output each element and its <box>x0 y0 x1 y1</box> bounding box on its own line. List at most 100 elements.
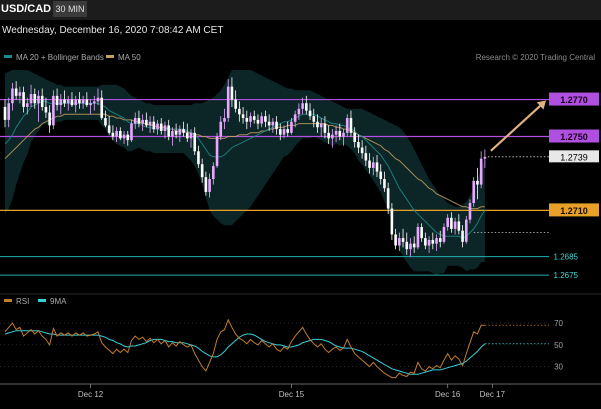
ma50-legend-label: MA 50 <box>118 53 141 62</box>
candle-body <box>230 86 234 100</box>
candle-body <box>316 121 319 128</box>
candle-body <box>185 132 189 139</box>
ma20-legend-label: MA 20 + Bollinger Bands <box>16 53 104 62</box>
candle-body <box>85 99 89 106</box>
candle-body <box>398 238 401 246</box>
candle-body <box>26 103 29 107</box>
candle-body <box>241 114 245 119</box>
candle-body <box>331 134 334 139</box>
rsi-legend-label: RSI <box>16 297 29 306</box>
candle-body <box>472 180 476 204</box>
candle-body <box>301 103 304 109</box>
candle-body <box>431 239 435 244</box>
candle-body <box>204 177 208 192</box>
candle-body <box>59 99 63 106</box>
rsi-line <box>4 318 485 379</box>
candle-body <box>468 203 472 220</box>
candle-body <box>141 119 144 124</box>
candle-body <box>223 118 226 122</box>
candle-body <box>208 179 211 192</box>
candle-body <box>174 130 178 135</box>
candle-body <box>275 121 278 130</box>
candle-body <box>435 238 438 244</box>
rsi-tick-label: 70 <box>554 319 563 328</box>
candle-body <box>29 94 33 104</box>
candle-body <box>119 130 122 139</box>
candle-body <box>52 95 55 126</box>
candle-body <box>461 230 464 242</box>
candle-body <box>3 106 7 120</box>
candle-body <box>48 112 51 126</box>
candle-body <box>427 239 431 246</box>
candle-body <box>130 123 133 141</box>
candle-body <box>282 129 286 135</box>
candle-body <box>290 121 293 133</box>
candle-body <box>122 134 126 139</box>
candle-body <box>215 136 219 167</box>
candle-body <box>212 166 215 179</box>
ma50-legend-swatch <box>106 55 114 58</box>
candle-body <box>14 88 18 96</box>
candle-body <box>81 99 85 104</box>
rsi-panel: 70 50 30 <box>0 293 601 379</box>
candle-body <box>115 130 118 137</box>
candle-body <box>256 119 260 124</box>
x-tick-label: Dec 16 <box>435 390 461 399</box>
candle-body <box>40 95 44 107</box>
resistance-price-label: 1.2750 <box>560 132 588 142</box>
candle-body <box>405 241 409 250</box>
candle-body <box>312 116 316 122</box>
candle-body <box>55 95 59 106</box>
candle-body <box>126 134 130 141</box>
credit-label: Research © 2020 Trading Central <box>476 53 596 62</box>
candle-body <box>171 130 174 137</box>
candle-body <box>327 132 330 139</box>
x-tick-label: Dec 17 <box>480 390 506 399</box>
candle-body <box>234 99 237 109</box>
candle-body <box>197 151 200 165</box>
candle-body <box>416 227 420 248</box>
candle-body <box>345 118 349 133</box>
candle-body <box>193 132 197 152</box>
pivot-price-label: 1.2710 <box>560 206 588 216</box>
candle-body <box>357 142 360 148</box>
candle-body <box>111 132 115 137</box>
candle-body <box>446 217 449 228</box>
candle-body <box>148 121 152 126</box>
support-price-label: 1.2685 <box>554 253 579 262</box>
candle-body <box>483 156 487 159</box>
resistance-price-label: 1.2770 <box>560 95 588 105</box>
candle-body <box>386 188 390 209</box>
candle-body <box>442 227 446 242</box>
candle-body <box>11 88 14 104</box>
candle-body <box>394 234 397 246</box>
candle-body <box>371 162 375 168</box>
candle-body <box>360 147 364 154</box>
candle-body <box>145 119 148 126</box>
candle-body <box>464 219 468 242</box>
candle-body <box>453 221 457 229</box>
candle-body <box>409 243 412 250</box>
candle-body <box>226 86 230 119</box>
candle-body <box>364 153 368 161</box>
candle-body <box>420 227 423 239</box>
candle-body <box>438 238 442 242</box>
candle-body <box>7 103 11 120</box>
candle-body <box>286 129 290 133</box>
candle-body <box>167 125 170 137</box>
rsi-ma-legend-label: 9MA <box>50 297 67 306</box>
chart-canvas: 1.2770 1.2750 1.2739 1.2710 1.2685 1.2675 70 5… <box>0 53 601 399</box>
candle-body <box>107 125 111 133</box>
candle-body <box>457 221 461 231</box>
candle-body <box>342 132 345 137</box>
candle-body <box>323 123 327 133</box>
x-axis: Dec 12 Dec 15 Dec 16 Dec 17 <box>0 383 601 399</box>
candle-body <box>200 164 204 178</box>
candle-body <box>305 103 308 111</box>
candle-body <box>368 160 371 168</box>
candle-body <box>44 106 48 113</box>
x-tick-label: Dec 15 <box>279 390 305 399</box>
candle-body <box>63 99 66 104</box>
candle-body <box>104 118 107 126</box>
candle-body <box>18 92 22 96</box>
